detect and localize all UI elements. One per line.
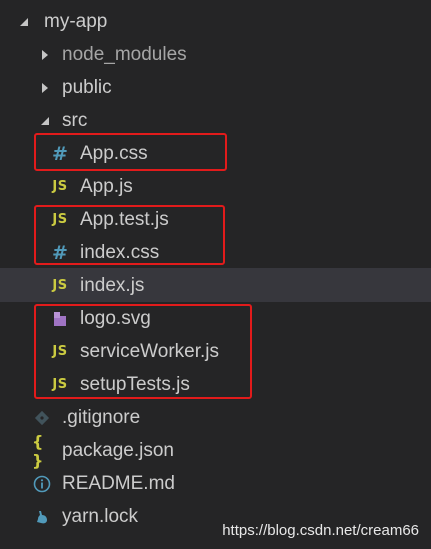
- file-label: README.md: [62, 473, 175, 494]
- file-label: index.css: [80, 242, 160, 263]
- file-logo-svg[interactable]: logo.svg: [0, 302, 431, 335]
- file-label: logo.svg: [80, 308, 151, 329]
- chevron-right-icon[interactable]: [38, 81, 52, 95]
- file-label: yarn.lock: [62, 506, 139, 527]
- folder-label: src: [62, 110, 88, 131]
- file-app-js[interactable]: JS App.js: [0, 170, 431, 203]
- folder-src[interactable]: src: [0, 104, 431, 137]
- folder-label: my-app: [44, 11, 108, 32]
- file-setup-tests-js[interactable]: JS setupTests.js: [0, 368, 431, 401]
- file-label: App.test.js: [80, 209, 169, 230]
- watermark-text: https://blog.csdn.net/cream66: [222, 522, 419, 539]
- file-gitignore[interactable]: .gitignore: [0, 401, 431, 434]
- json-file-icon: { }: [32, 431, 44, 470]
- file-service-worker-js[interactable]: JS serviceWorker.js: [0, 335, 431, 368]
- file-explorer-tree: my-app node_modules public src # App.css…: [0, 0, 431, 549]
- git-icon: [32, 408, 52, 428]
- js-file-icon: JS: [52, 179, 68, 194]
- file-index-js[interactable]: JS index.js: [0, 268, 431, 302]
- js-file-icon: JS: [52, 212, 68, 227]
- file-label: package.json: [62, 440, 174, 461]
- chevron-down-icon[interactable]: [38, 114, 52, 128]
- js-file-icon: JS: [52, 377, 68, 392]
- chevron-down-icon[interactable]: [17, 15, 31, 29]
- file-app-test-js[interactable]: JS App.test.js: [0, 203, 431, 236]
- file-label: App.js: [80, 176, 133, 197]
- file-label: setupTests.js: [80, 374, 190, 395]
- svg-file-icon: [50, 309, 70, 329]
- folder-label: public: [62, 77, 112, 98]
- file-label: .gitignore: [62, 407, 141, 428]
- file-label: App.css: [80, 143, 148, 164]
- file-index-css[interactable]: # index.css: [0, 236, 431, 269]
- file-label: serviceWorker.js: [80, 341, 220, 362]
- yarn-icon: [32, 507, 52, 527]
- js-file-icon: JS: [52, 277, 68, 293]
- folder-public[interactable]: public: [0, 71, 431, 104]
- folder-label: node_modules: [62, 44, 187, 65]
- file-readme-md[interactable]: README.md: [0, 467, 431, 500]
- css-file-icon: #: [52, 241, 68, 264]
- file-package-json[interactable]: { } package.json: [0, 431, 431, 470]
- js-file-icon: JS: [52, 344, 68, 359]
- file-label: index.js: [80, 274, 145, 296]
- chevron-right-icon[interactable]: [38, 48, 52, 62]
- info-icon: [32, 474, 52, 494]
- css-file-icon: #: [52, 142, 68, 165]
- file-app-css[interactable]: # App.css: [0, 137, 431, 170]
- folder-node-modules[interactable]: node_modules: [0, 38, 431, 71]
- folder-my-app[interactable]: my-app: [0, 5, 431, 38]
